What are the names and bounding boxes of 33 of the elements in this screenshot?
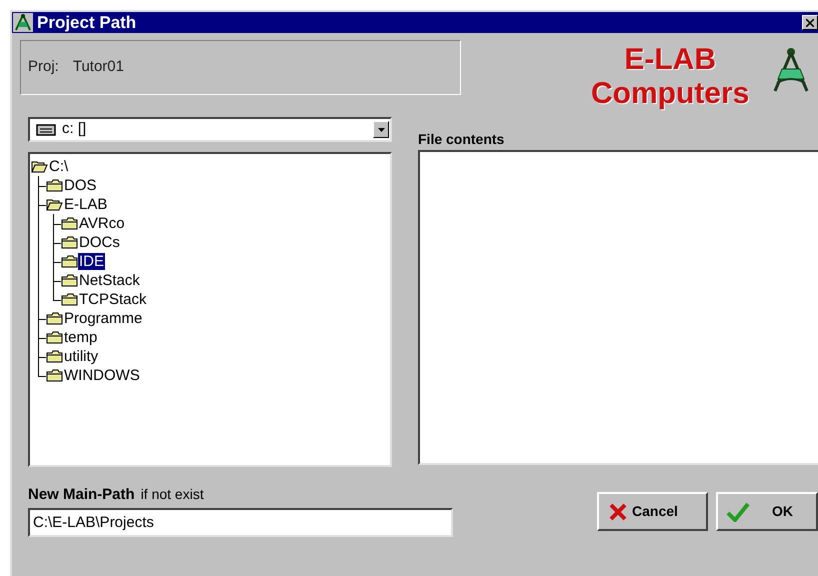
caret-icon [378, 128, 384, 132]
drive-icon [36, 124, 56, 136]
file-contents-label: File contents [418, 131, 506, 147]
close-icon [806, 18, 814, 26]
new-path-field[interactable]: C:\E-LAB\Projects [28, 508, 453, 537]
folder-item[interactable]: TCPStack [78, 291, 148, 308]
cross-icon [609, 502, 627, 520]
check-icon [726, 502, 750, 522]
folder-item[interactable]: Programme [63, 310, 144, 327]
ok-button[interactable]: OK [716, 492, 818, 531]
folder-item[interactable]: DOCs [78, 234, 121, 251]
drive-dropdown[interactable]: c: [] [28, 117, 392, 142]
cancel-button[interactable]: Cancel [597, 492, 708, 531]
compass-icon [13, 13, 33, 32]
folder-item[interactable]: WINDOWS [63, 367, 141, 384]
project-name: Tutor01 [72, 57, 124, 78]
dropdown-arrow-button[interactable] [373, 121, 389, 138]
logo-text: Computers [591, 77, 750, 111]
window-title: Project Path [37, 12, 138, 34]
new-path-hint: if not exist [140, 485, 204, 503]
folder-item[interactable]: utility [63, 348, 100, 365]
folder-item[interactable]: E-LAB [63, 196, 108, 213]
logo-text: E-LAB [624, 43, 716, 77]
project-label: Proj: [28, 57, 59, 78]
drive-value: c: [] [62, 119, 88, 140]
folder-item[interactable]: IDE [78, 253, 106, 270]
folder-item[interactable]: NetStack [78, 272, 141, 289]
folder-item[interactable]: temp [63, 329, 98, 346]
close-button[interactable] [802, 15, 818, 30]
folder-item[interactable]: AVRco [78, 215, 126, 232]
folder-item[interactable]: DOS [63, 177, 98, 194]
folder-item[interactable]: C:\ [48, 158, 70, 175]
new-path-label: New Main-Path [28, 486, 135, 504]
